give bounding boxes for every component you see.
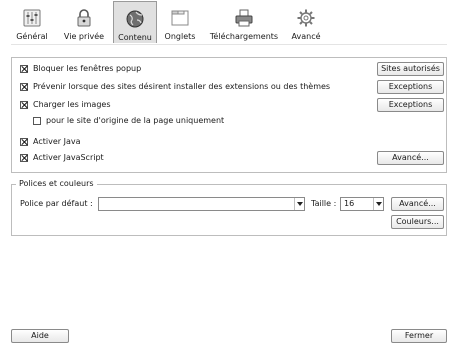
preferences-toolbar: Général Vie privée Contenu Onglets Téléc… (0, 0, 456, 44)
block-popups-label: Bloquer les fenêtres popup (33, 64, 142, 73)
help-button[interactable]: Aide (11, 329, 69, 343)
font-size-select[interactable]: 16 (340, 197, 384, 211)
toolbar-separator (11, 44, 447, 45)
enable-java-label: Activer Java (33, 137, 81, 146)
tab-advanced-label: Avancé (291, 32, 321, 41)
font-size-value: 16 (344, 199, 355, 208)
printer-download-icon (235, 9, 253, 27)
block-popups-checkbox[interactable] (20, 65, 28, 73)
extensions-exceptions-button[interactable]: Exceptions (377, 80, 444, 94)
warn-extensions-label: Prévenir lorsque des sites désirent inst… (33, 82, 331, 91)
general-settings-icon (23, 9, 41, 27)
tab-content-label: Contenu (118, 33, 152, 42)
tab-downloads[interactable]: Téléchargements (205, 1, 283, 43)
enable-java-checkbox[interactable] (20, 138, 28, 146)
gear-icon (297, 9, 315, 27)
allowed-sites-button[interactable]: Sites autorisés (377, 62, 444, 76)
size-label: Taille : (311, 199, 337, 208)
fonts-advanced-button[interactable]: Avancé... (391, 197, 444, 211)
tab-advanced[interactable]: Avancé (287, 1, 325, 43)
warn-extensions-checkbox[interactable] (20, 83, 28, 91)
chevron-down-icon (373, 198, 383, 210)
load-images-checkbox[interactable] (20, 101, 28, 109)
enable-javascript-checkbox[interactable] (20, 154, 28, 162)
tab-privacy[interactable]: Vie privée (60, 1, 108, 43)
tabs-window-icon (171, 10, 189, 26)
tab-downloads-label: Téléchargements (209, 32, 279, 41)
images-exceptions-button[interactable]: Exceptions (377, 98, 444, 112)
tab-tabs-label: Onglets (164, 32, 196, 41)
tab-content[interactable]: Contenu (113, 1, 157, 43)
javascript-advanced-button[interactable]: Avancé... (377, 151, 444, 165)
chevron-down-icon (294, 198, 304, 210)
globe-icon (126, 10, 144, 28)
default-font-select[interactable] (98, 197, 305, 211)
tab-privacy-label: Vie privée (63, 32, 105, 41)
tab-tabs[interactable]: Onglets (159, 1, 201, 43)
load-images-label: Charger les images (33, 100, 111, 109)
origin-site-only-label: pour le site d'origine de la page unique… (46, 116, 225, 125)
tab-general[interactable]: Général (11, 1, 53, 43)
enable-javascript-label: Activer JavaScript (33, 153, 104, 162)
close-button[interactable]: Fermer (391, 329, 447, 343)
origin-site-only-checkbox[interactable] (33, 117, 41, 125)
tab-general-label: Général (16, 32, 48, 41)
default-font-label: Police par défaut : (20, 199, 93, 208)
lock-icon (77, 9, 91, 27)
fonts-colors-legend: Polices et couleurs (16, 179, 97, 188)
colors-button[interactable]: Couleurs... (391, 215, 444, 229)
